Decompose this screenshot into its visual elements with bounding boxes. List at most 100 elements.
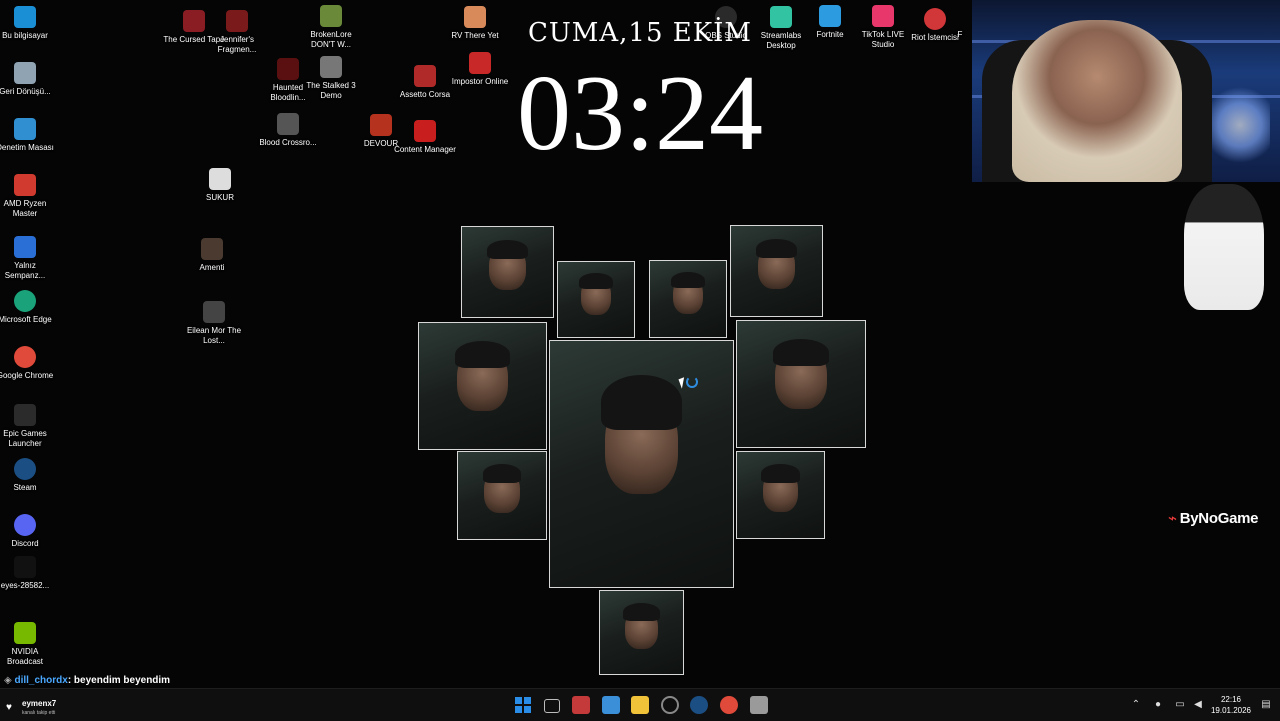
game-shortcut-icon [226, 10, 248, 32]
date-display: CUMA,15 EKİM [527, 18, 753, 48]
icon-label: BrokenLore DON'T W... [310, 30, 352, 49]
snipping-tool-button[interactable] [572, 696, 590, 714]
desktop-icon-eilean-mor[interactable]: Eilean Mor The Lost... [182, 301, 246, 346]
time-display: 03:24 [516, 54, 763, 173]
icon-label: NVIDIA Broadcast [6, 647, 44, 666]
game-shortcut-icon [414, 65, 436, 87]
icon-label: Discord [11, 539, 39, 548]
store-button[interactable] [602, 696, 620, 714]
game-shortcut-icon [277, 113, 299, 135]
desktop-icon-amd-ryzen-master[interactable]: AMD Ryzen Master [0, 174, 57, 219]
game-shortcut-icon [203, 301, 225, 323]
system-tray: ⌃ ● ▭ ◀ 22:16 19.01.2026 ▤ [1120, 689, 1280, 721]
busy-spinner-icon [686, 376, 698, 388]
game-shortcut-icon [469, 52, 491, 74]
file-explorer-button[interactable] [631, 696, 649, 714]
desktop-icon-denetim-masasi[interactable]: Denetim Masası [0, 118, 57, 153]
icon-label: The Stalked 3 Demo [306, 81, 356, 100]
collage-photo [599, 590, 684, 675]
icon-label: Content Manager [394, 145, 456, 154]
taskbar-time: 22:16 [1220, 695, 1242, 704]
collage-photo [557, 261, 635, 338]
game-shortcut-icon [320, 56, 342, 78]
desktop-icon-brokenlore[interactable]: BrokenLore DON'T W... [299, 5, 363, 50]
game-shortcut-icon [464, 6, 486, 28]
game-shortcut-icon [320, 5, 342, 27]
desktop-icon-jennifers-fragments[interactable]: Jennifer's Fragmen... [205, 10, 269, 55]
desktop-icon-stalked-3[interactable]: The Stalked 3 Demo [299, 56, 363, 101]
chrome-icon [14, 346, 36, 368]
desktop-icon-amenti[interactable]: Amenti [180, 238, 244, 273]
desktop-icon-google-chrome[interactable]: Google Chrome [0, 346, 57, 381]
steam-icon [14, 458, 36, 480]
chrome-taskbar-button[interactable] [720, 696, 738, 714]
desktop-icon-eyes-file[interactable]: eyes-28582... [0, 556, 57, 591]
microphone-icon[interactable]: ● [1152, 699, 1164, 711]
icon-label: Amenti [199, 263, 225, 272]
desktop-icon-epic-games[interactable]: Epic Games Launcher [0, 404, 57, 449]
icon-label: Microsoft Edge [0, 315, 52, 324]
icon-label: RV There Yet [451, 31, 499, 40]
riot-icon [924, 8, 946, 30]
recycle-bin-icon [14, 62, 36, 84]
icon-label: Steam [13, 483, 37, 492]
chevron-up-icon[interactable]: ⌃ [1130, 699, 1142, 711]
desktop-icon-blood-crossroads[interactable]: Blood Crossro... [256, 113, 320, 148]
icon-label: Assetto Corsa [399, 90, 451, 99]
chat-text: : beyendim beyendim [67, 675, 171, 686]
computer-icon [14, 6, 36, 28]
chat-badge-icon: ◈ [4, 675, 15, 686]
taskbar-clock[interactable]: 22:16 19.01.2026 [1206, 694, 1256, 716]
desktop-icon-discord[interactable]: Discord [0, 514, 57, 549]
desktop-icon-yalniz-sempanze[interactable]: Yalnız Sempanz... [0, 236, 57, 281]
content-manager-icon [414, 120, 436, 142]
collage-photo [730, 225, 823, 317]
game-shortcut-icon [277, 58, 299, 80]
amd-icon [14, 174, 36, 196]
desktop-icon-geri-donusum[interactable]: Geri Dönüşü... [0, 62, 57, 97]
icon-label: eyes-28582... [0, 581, 50, 590]
game-shortcut-icon [370, 114, 392, 136]
brand-logo: ⌁ ByNoGame [1168, 509, 1259, 527]
task-view-button[interactable] [544, 699, 560, 713]
follower-name: eymenx7 [22, 699, 57, 708]
game-shortcut-icon [201, 238, 223, 260]
collage-photo [649, 260, 727, 338]
chat-message: ◈ dill_chordx: beyendim beyendim [4, 675, 170, 686]
streamlabs-icon [770, 6, 792, 28]
windows-icon [515, 697, 531, 713]
streamlabs-taskbar-button[interactable] [750, 696, 768, 714]
chat-username: dill_chordx [14, 675, 68, 686]
steam-taskbar-button[interactable] [690, 696, 708, 714]
desktop-icon-nvidia-broadcast[interactable]: NVIDIA Broadcast [0, 622, 57, 667]
desktop-icon-content-manager[interactable]: Content Manager [393, 120, 457, 155]
icon-label: Eilean Mor The Lost... [186, 326, 242, 345]
text-file-icon [209, 168, 231, 190]
icon-label: Denetim Masası [0, 143, 54, 152]
notification-icon[interactable]: ▤ [1260, 699, 1272, 711]
volume-icon[interactable]: ◀ [1192, 699, 1204, 711]
desktop-icon-microsoft-edge[interactable]: Microsoft Edge [0, 290, 57, 325]
file-icon [14, 556, 36, 578]
collage-photo [549, 340, 734, 588]
collage-photo [418, 322, 547, 450]
fortnite-icon [819, 5, 841, 27]
network-icon[interactable]: ▭ [1174, 699, 1186, 711]
start-button[interactable] [514, 696, 532, 714]
icon-label: AMD Ryzen Master [3, 199, 47, 218]
desktop-icon-bu-bilgisayar[interactable]: Bu bilgisayar [0, 6, 57, 41]
icon-label: Google Chrome [0, 371, 54, 380]
obs-taskbar-button[interactable] [661, 696, 679, 714]
game-shortcut-icon [183, 10, 205, 32]
follower-subtitle: kanalı takip etti [22, 710, 56, 716]
desktop-icon-steam[interactable]: Steam [0, 458, 57, 493]
icon-label: SUKUR [205, 193, 234, 202]
desktop-icon-rv-there-yet[interactable]: RV There Yet [443, 6, 507, 41]
discord-icon [14, 514, 36, 536]
icon-label: Geri Dönüşü... [0, 87, 51, 96]
icon-label: Yalnız Sempanz... [4, 261, 46, 280]
game-shortcut-icon [14, 236, 36, 258]
desktop-icon-sukur[interactable]: SUKUR [188, 168, 252, 203]
nvidia-icon [14, 622, 36, 644]
heart-icon: ♥ [6, 702, 12, 713]
